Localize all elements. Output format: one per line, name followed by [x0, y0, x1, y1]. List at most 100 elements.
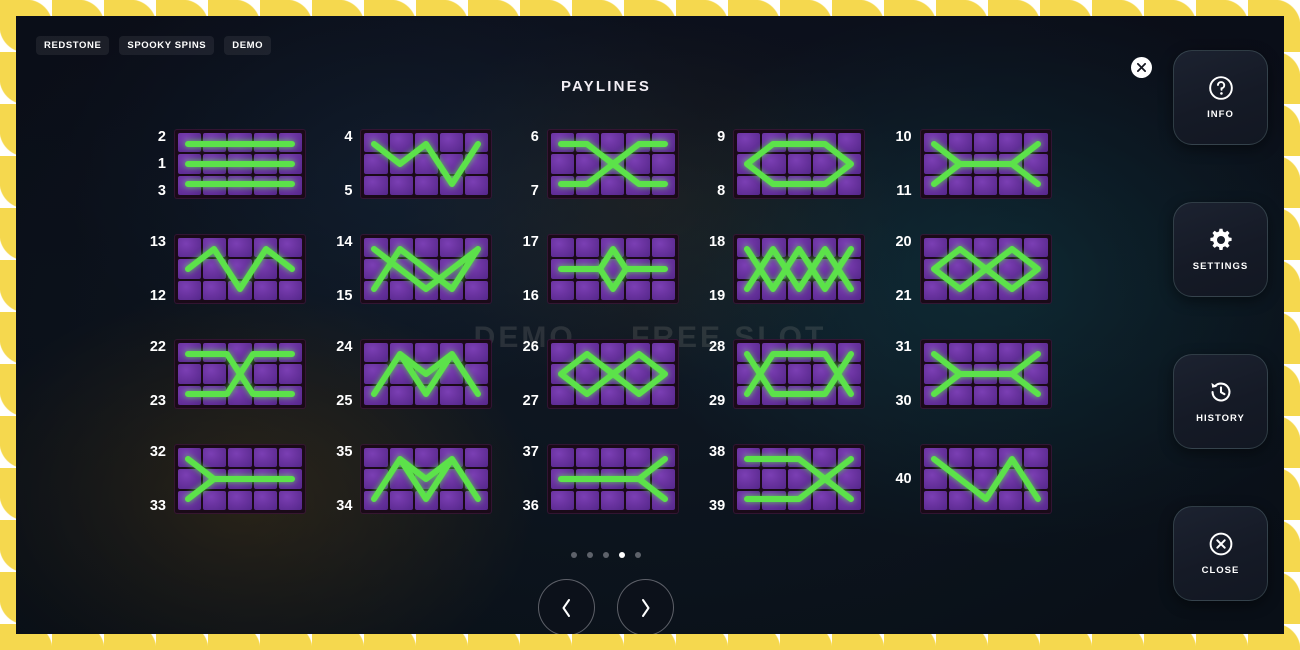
reel-cell	[439, 133, 464, 153]
reel-cell	[550, 490, 574, 510]
payline-tile[interactable]: 14 15	[326, 235, 512, 303]
reel-cell	[278, 385, 302, 405]
reel-cell	[389, 238, 413, 258]
reel-cell	[203, 133, 227, 153]
payline-number-top: 35	[336, 444, 353, 460]
payline-tile[interactable]: 40	[886, 445, 1072, 513]
reel-cell	[575, 385, 600, 405]
payline-tile[interactable]: 20 21	[886, 235, 1072, 303]
reel-cell	[278, 238, 302, 258]
payline-numbers: 67	[513, 130, 539, 198]
payline-tile[interactable]: 26 27	[513, 340, 699, 408]
reel-cell	[178, 385, 202, 405]
payline-tile[interactable]: 2 1 3	[140, 130, 326, 198]
payline-tile[interactable]: 67	[513, 130, 699, 198]
reel-cell	[203, 469, 227, 489]
reel-cell	[1024, 133, 1048, 153]
reel-cell	[389, 133, 413, 153]
payline-number-top: 18	[709, 234, 726, 250]
reel-cell	[837, 175, 862, 195]
reel-cell	[178, 364, 202, 384]
close-icon[interactable]	[1131, 57, 1152, 78]
reel-cell	[601, 133, 625, 153]
reel-cell	[414, 364, 438, 384]
next-page-button[interactable]	[617, 579, 674, 634]
payline-tile[interactable]: 37 36	[513, 445, 699, 513]
payline-tile[interactable]: 45	[326, 130, 512, 198]
payline-tile[interactable]: 18 19	[699, 235, 885, 303]
reel-cell	[999, 469, 1023, 489]
pagination-dot[interactable]	[619, 552, 625, 558]
reel-cell	[1024, 364, 1048, 384]
reel-cell	[465, 490, 489, 510]
reel-cell	[278, 343, 302, 363]
reel-cell	[601, 238, 625, 258]
payline-tile[interactable]: 98	[699, 130, 885, 198]
sidebar-item-close[interactable]: CLOSE	[1173, 506, 1268, 601]
reel-cell	[923, 154, 947, 174]
reel-cell	[626, 280, 650, 300]
reel-cell	[253, 469, 277, 489]
reel-cell	[178, 469, 202, 489]
reel-cell	[948, 154, 972, 174]
reel-cell	[787, 364, 811, 384]
reel-cell	[178, 133, 202, 153]
reel-cell	[973, 490, 998, 510]
payline-tile[interactable]: 10 11	[886, 130, 1072, 198]
payline-tile[interactable]: 38 39	[699, 445, 885, 513]
reel-cell	[837, 469, 862, 489]
reel-cell	[999, 385, 1023, 405]
payline-tile[interactable]: 24 25	[326, 340, 512, 408]
reel-cell	[837, 259, 862, 279]
breadcrumb-item-brand[interactable]: REDSTONE	[36, 36, 110, 55]
reel-cell	[837, 385, 862, 405]
reel-cell	[948, 490, 972, 510]
breadcrumb: REDSTONE SPOOKY SPINS DEMO	[36, 36, 272, 55]
reel-cell	[837, 364, 862, 384]
reel-cell	[999, 154, 1023, 174]
pagination-dot[interactable]	[587, 552, 593, 558]
reel-cell	[389, 385, 413, 405]
pagination-dot[interactable]	[571, 552, 577, 558]
breadcrumb-item-mode[interactable]: DEMO	[224, 36, 272, 55]
reel-cell	[837, 154, 862, 174]
reel-cell	[948, 259, 972, 279]
reel-cell	[253, 154, 277, 174]
reel-cell	[465, 469, 489, 489]
payline-tile[interactable]: 13 12	[140, 235, 326, 303]
payline-tile[interactable]: 31 30	[886, 340, 1072, 408]
sidebar-item-info[interactable]: INFO	[1173, 50, 1268, 145]
reel-cell	[278, 490, 302, 510]
sidebar-item-history[interactable]: HISTORY	[1173, 354, 1268, 449]
payline-number-bottom: 36	[522, 497, 539, 514]
reel-cell	[1024, 175, 1048, 195]
reel-cell	[178, 448, 202, 468]
reel-cell	[601, 385, 625, 405]
payline-tile[interactable]: 35 34	[326, 445, 512, 513]
reel-cell	[465, 238, 489, 258]
pagination-dot[interactable]	[603, 552, 609, 558]
reel-cell	[601, 175, 625, 195]
sidebar-item-settings[interactable]: SETTINGS	[1173, 202, 1268, 297]
reel-cell	[364, 448, 388, 468]
pagination-dot[interactable]	[635, 552, 641, 558]
payline-number-bottom: 21	[895, 287, 912, 304]
payline-numbers: 32 33	[140, 445, 166, 513]
payline-number-bottom: 19	[709, 287, 726, 304]
reel-cell	[737, 133, 761, 153]
payline-tile[interactable]: 32 33	[140, 445, 326, 513]
reel-cell	[923, 259, 947, 279]
payline-tile[interactable]: 22 23	[140, 340, 326, 408]
payline-number-top: 26	[522, 339, 539, 355]
payline-tile[interactable]: 28 29	[699, 340, 885, 408]
payline-numbers: 24 25	[326, 340, 352, 408]
sidebar-item-label-history: HISTORY	[1196, 413, 1245, 424]
payline-tile[interactable]: 17 16	[513, 235, 699, 303]
prev-page-button[interactable]	[538, 579, 595, 634]
reel-cell	[364, 133, 388, 153]
reel-cell	[389, 259, 413, 279]
reel-cell	[762, 490, 786, 510]
breadcrumb-item-game[interactable]: SPOOKY SPINS	[119, 36, 215, 55]
reel-cell	[651, 175, 675, 195]
reel-cell	[762, 175, 786, 195]
